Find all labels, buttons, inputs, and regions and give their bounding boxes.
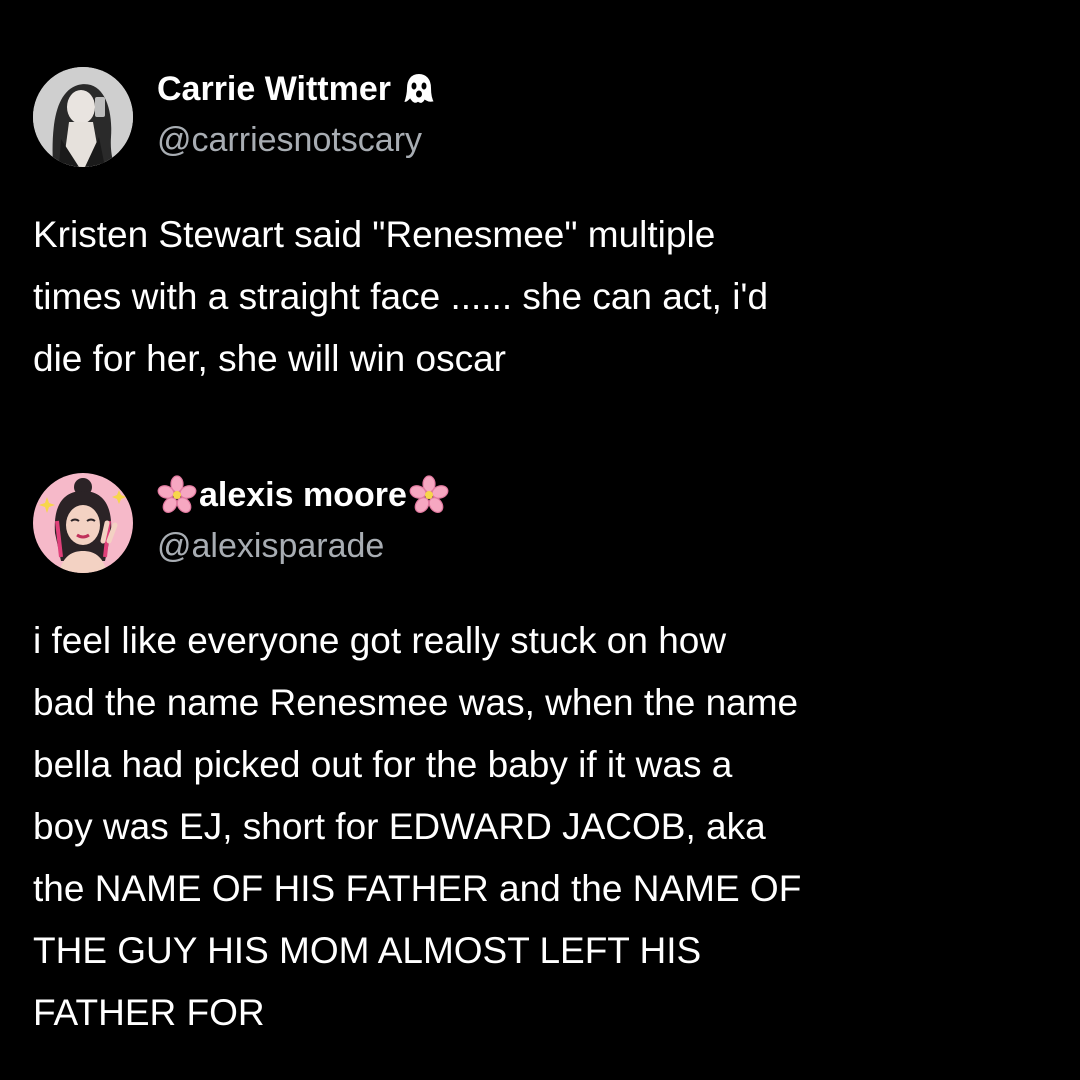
tweet-text: Kristen Stewart said "Renesmee" multiple… <box>33 204 1043 390</box>
display-name[interactable]: Carrie Wittmer <box>157 69 439 109</box>
tweet-text-line: Kristen Stewart said "Renesmee" multiple <box>33 214 716 255</box>
display-name-text: alexis moore <box>199 476 407 514</box>
avatar-illustration <box>33 473 133 573</box>
display-name[interactable]: alexis moore <box>157 475 449 515</box>
avatar[interactable] <box>33 473 133 573</box>
tweet-text-line: i feel like everyone got really stuck on… <box>33 620 727 661</box>
avatar[interactable] <box>33 67 133 167</box>
display-name-text: Carrie Wittmer <box>157 70 391 108</box>
cherry-blossom-icon <box>409 475 449 515</box>
handle[interactable]: @carriesnotscary <box>157 120 422 160</box>
avatar-photo <box>33 67 133 167</box>
handle[interactable]: @alexisparade <box>157 526 384 566</box>
cherry-blossom-icon <box>157 475 197 515</box>
tweet-text-line: boy was EJ, short for EDWARD JACOB, aka <box>33 806 766 847</box>
tweet-text-line: the NAME OF HIS FATHER and the NAME OF <box>33 868 802 909</box>
tweet-text-line: bad the name Renesmee was, when the name <box>33 682 799 723</box>
tweet-text-line: FATHER FOR <box>33 992 265 1033</box>
tweet-text-line: die for her, she will win oscar <box>33 338 506 379</box>
tweet-text-line: bella had picked out for the baby if it … <box>33 744 733 785</box>
ghost-icon <box>399 69 439 109</box>
tweet-text-line: THE GUY HIS MOM ALMOST LEFT HIS <box>33 930 702 971</box>
tweet-text: i feel like everyone got really stuck on… <box>33 610 1043 1044</box>
tweet-text-line: times with a straight face ...... she ca… <box>33 276 769 317</box>
